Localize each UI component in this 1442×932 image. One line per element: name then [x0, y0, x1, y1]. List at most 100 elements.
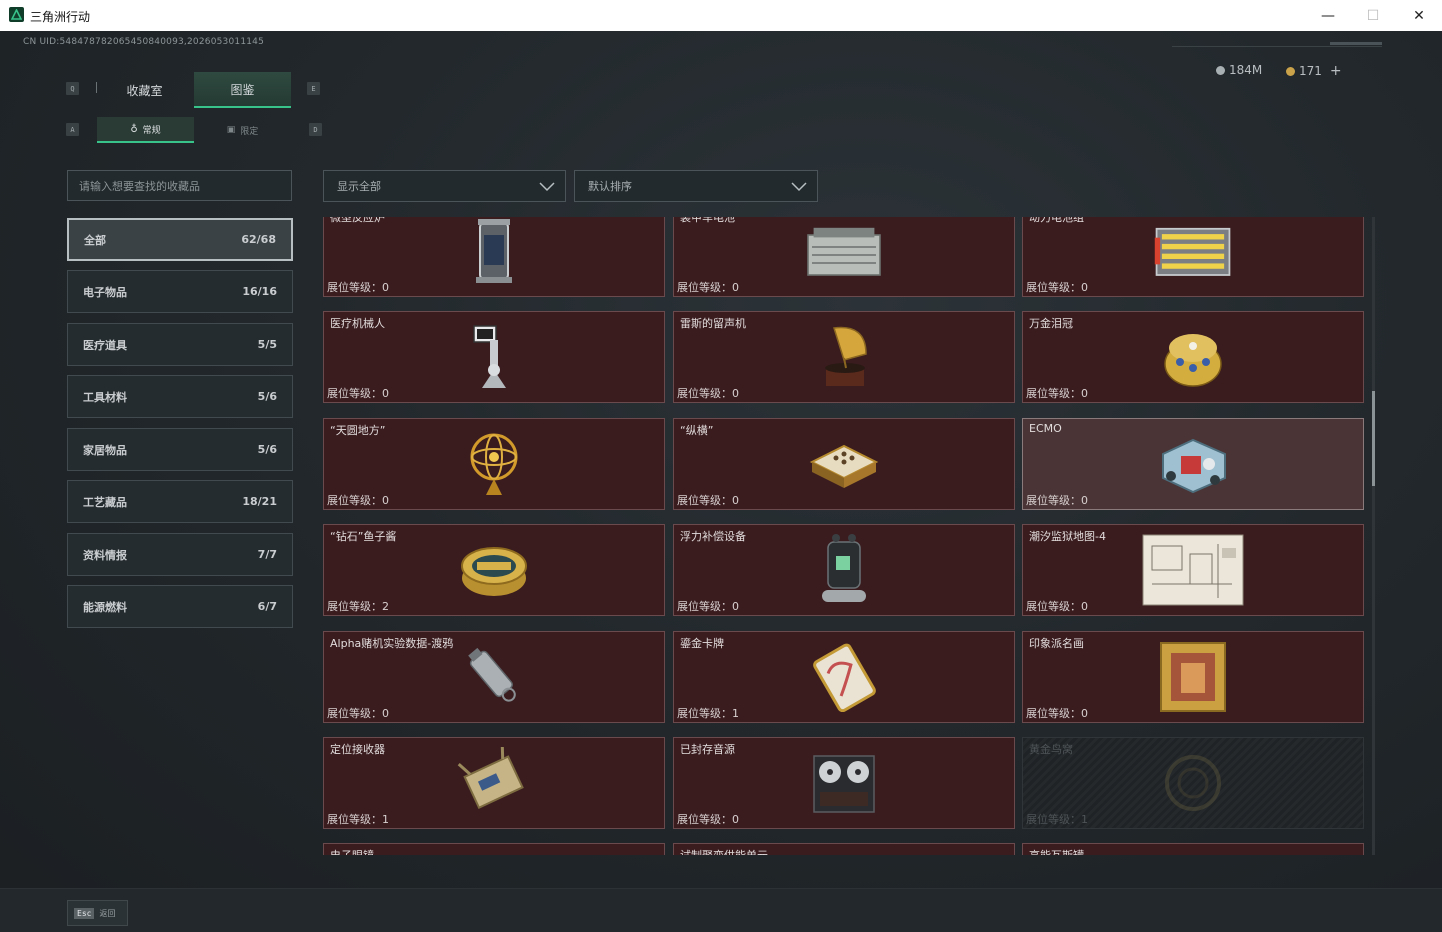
tab-collection-room[interactable]: 收藏室 — [96, 72, 193, 108]
category-energy[interactable]: 能源燃料 6/7 — [67, 585, 293, 628]
item-card[interactable]: ECMO 展位等级：0 — [1022, 418, 1364, 510]
item-card[interactable]: 鎏金卡牌 展位等级：1 — [673, 631, 1015, 723]
gold-card-icon — [804, 637, 884, 717]
exhibit-level: 展位等级：0 — [327, 494, 389, 507]
item-name: 动力电池组 — [1029, 217, 1084, 224]
item-card[interactable]: 电子眼镜 — [323, 843, 665, 855]
battery-icon — [804, 217, 884, 291]
limited-icon: ▣ — [226, 125, 236, 135]
subtab-regular[interactable]: ♁ 常规 — [97, 117, 194, 143]
app-logo-icon — [9, 7, 24, 22]
item-name: 印象派名画 — [1029, 637, 1084, 650]
filter-dropdown-label: 显示全部 — [337, 180, 381, 193]
caviar-icon — [454, 530, 534, 610]
scrollbar-thumb[interactable] — [1372, 391, 1375, 486]
item-name: 高能瓦斯罐 — [1029, 847, 1084, 855]
filter-dropdown[interactable]: 显示全部 — [323, 170, 566, 202]
exhibit-level: 展位等级：0 — [677, 813, 739, 826]
category-tools[interactable]: 工具材料 5/6 — [67, 375, 293, 418]
exhibit-level: 展位等级：0 — [327, 707, 389, 720]
chevron-down-icon — [539, 182, 555, 192]
category-count: 16/16 — [242, 285, 277, 298]
item-name: 装甲车电池 — [680, 217, 735, 224]
item-card[interactable]: 印象派名画 展位等级：0 — [1022, 631, 1364, 723]
subtab-limited-label: 限定 — [240, 126, 259, 137]
header-divider — [1172, 46, 1382, 47]
add-currency-button[interactable]: + — [1330, 63, 1342, 79]
item-name: ECMO — [1029, 422, 1062, 435]
exhibit-level: 展位等级：0 — [677, 387, 739, 400]
game-viewport: CN UID:548478782065450840093,20260530111… — [0, 31, 1442, 932]
sort-dropdown-label: 默认排序 — [588, 180, 632, 193]
key-hint-a: A — [66, 123, 79, 136]
key-hint-e: E — [307, 82, 320, 95]
item-card-locked[interactable]: 黄金鸟窝 展位等级：1 — [1022, 737, 1364, 829]
minimize-button[interactable]: — — [1305, 0, 1351, 31]
subtab-regular-label: 常规 — [142, 125, 161, 136]
item-name: “钻石”鱼子酱 — [330, 530, 397, 543]
tab-catalog[interactable]: 图鉴 — [194, 72, 291, 108]
exhibit-level: 展位等级：0 — [327, 281, 389, 294]
map-icon — [1141, 530, 1245, 610]
item-card[interactable]: 浮力补偿设备 展位等级：0 — [673, 524, 1015, 616]
exhibit-level: 展位等级：0 — [1026, 494, 1088, 507]
category-crafts[interactable]: 工艺藏品 18/21 — [67, 480, 293, 523]
category-label: 工具材料 — [83, 390, 127, 404]
item-name: 试制聚变供能单元 — [680, 847, 768, 855]
exhibit-level: 展位等级：0 — [677, 600, 739, 613]
exhibit-level: 展位等级：0 — [327, 387, 389, 400]
exhibit-level: 展位等级：0 — [1026, 600, 1088, 613]
esc-key-hint: Esc — [74, 907, 95, 919]
item-card[interactable]: “钻石”鱼子酱 展位等级：2 — [323, 524, 665, 616]
item-card[interactable]: “纵横” 展位等级：0 — [673, 418, 1015, 510]
item-card[interactable]: 动力电池组 展位等级：0 — [1022, 217, 1364, 297]
category-count: 7/7 — [257, 548, 277, 561]
exhibit-level: 展位等级：1 — [327, 813, 389, 826]
item-card[interactable]: 已封存音源 展位等级：0 — [673, 737, 1015, 829]
item-card[interactable]: 医疗机械人 展位等级：0 — [323, 311, 665, 403]
category-electronics[interactable]: 电子物品 16/16 — [67, 270, 293, 313]
category-all[interactable]: 全部 62/68 — [67, 218, 293, 261]
category-label: 能源燃料 — [83, 600, 127, 614]
item-name: “纵横” — [680, 424, 714, 437]
crown-egg-icon — [1153, 317, 1233, 397]
item-name: 鎏金卡牌 — [680, 637, 724, 650]
back-button[interactable]: Esc 返回 — [67, 900, 128, 926]
sort-dropdown[interactable]: 默认排序 — [574, 170, 818, 202]
key-hint-q: Q — [66, 82, 79, 95]
armillary-icon — [454, 424, 534, 504]
item-card[interactable]: 高能瓦斯罐 — [1022, 843, 1364, 855]
scrollbar-track[interactable] — [1372, 217, 1375, 855]
category-label: 资料情报 — [83, 548, 127, 562]
item-card[interactable]: 定位接收器 展位等级：1 — [323, 737, 665, 829]
exhibit-level: 展位等级：2 — [327, 600, 389, 613]
item-card[interactable]: “天圆地方” 展位等级：0 — [323, 418, 665, 510]
item-card[interactable]: 潮汐监狱地图-4 展位等级：0 — [1022, 524, 1364, 616]
category-count: 5/5 — [257, 338, 277, 351]
category-intel[interactable]: 资料情报 7/7 — [67, 533, 293, 576]
item-card[interactable]: Alpha赌机实验数据-渡鸦 展位等级：0 — [323, 631, 665, 723]
close-button[interactable]: ✕ — [1396, 0, 1442, 31]
item-card[interactable]: 装甲车电池 展位等级：0 — [673, 217, 1015, 297]
category-medical[interactable]: 医疗道具 5/5 — [67, 323, 293, 366]
gramophone-icon — [804, 317, 884, 397]
subtab-limited[interactable]: ▣ 限定 — [194, 117, 291, 143]
receiver-icon — [454, 743, 534, 823]
usb-drive-icon — [454, 637, 534, 717]
item-name: 潮汐监狱地图-4 — [1029, 530, 1106, 543]
item-card[interactable]: 雷斯的留声机 展位等级：0 — [673, 311, 1015, 403]
window-title: 三角洲行动 — [30, 10, 91, 24]
item-card[interactable]: 微型反应炉 展位等级：0 — [323, 217, 665, 297]
item-name: 电子眼镜 — [330, 847, 374, 855]
bcd-icon — [804, 530, 884, 610]
item-card[interactable]: 试制聚变供能单元 — [673, 843, 1015, 855]
chessboard-icon — [804, 424, 884, 504]
category-household[interactable]: 家居物品 5/6 — [67, 428, 293, 471]
item-card[interactable]: 万金泪冠 展位等级：0 — [1022, 311, 1364, 403]
search-input[interactable]: 请输入想要查找的收藏品 — [67, 170, 292, 201]
window-titlebar: 三角洲行动 — ☐ ✕ — [0, 0, 1442, 32]
silver-coin-icon — [1216, 65, 1225, 75]
regular-icon: ♁ — [130, 123, 138, 135]
maximize-button[interactable]: ☐ — [1350, 0, 1396, 31]
item-name: 雷斯的留声机 — [680, 317, 746, 330]
